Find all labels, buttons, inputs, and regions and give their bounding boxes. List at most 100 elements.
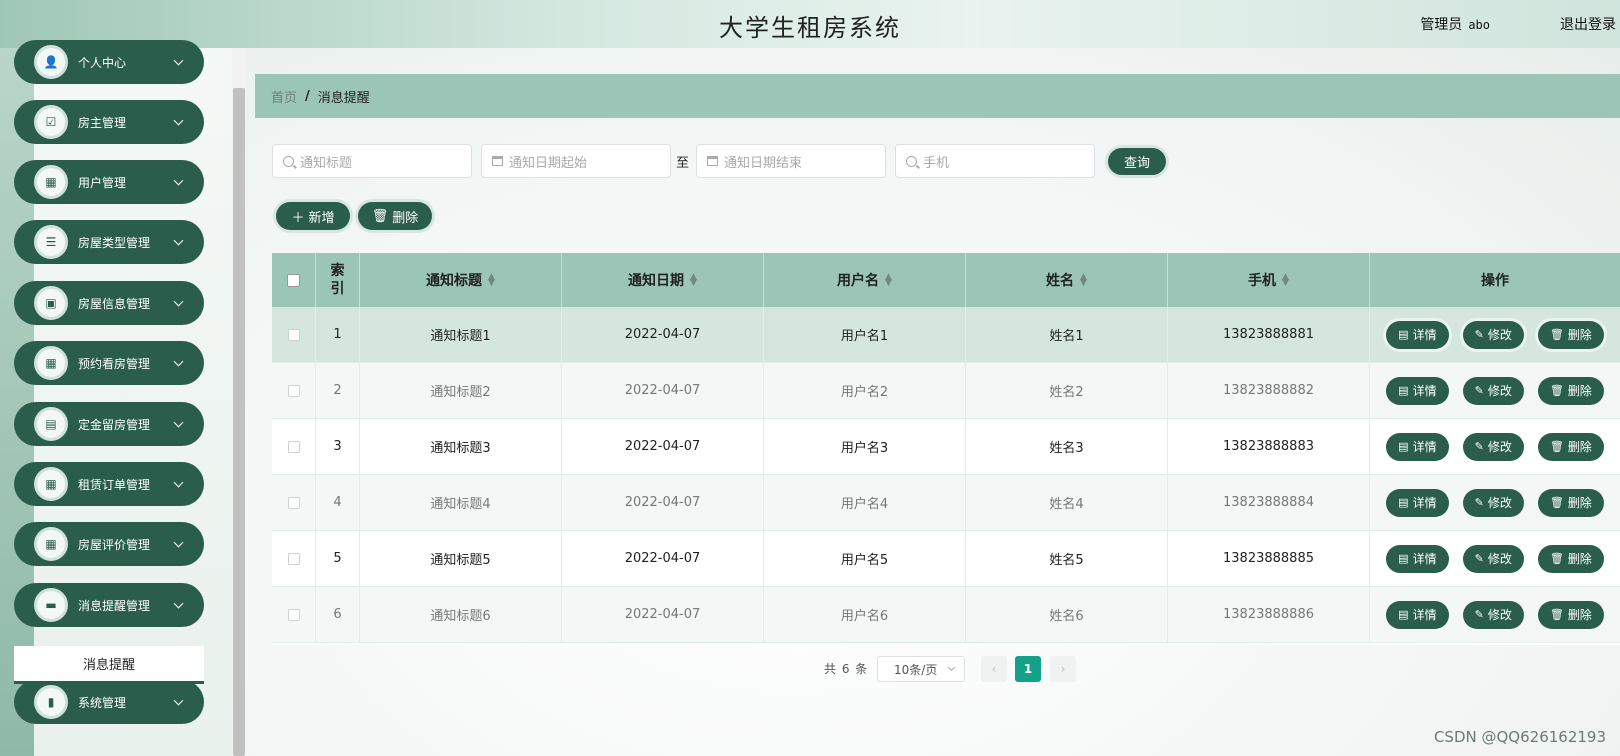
select-all-checkbox[interactable] [287, 273, 300, 287]
column-header-phone[interactable]: 手机 ▲ ▼ [1168, 253, 1370, 307]
query-button[interactable]: 查询 [1108, 148, 1166, 175]
page-size-value: 10条/页 [894, 662, 938, 677]
cell-name: 姓名5 [966, 531, 1168, 586]
cell-username: 用户名6 [764, 587, 966, 642]
batch-delete-button-label: 删除 [392, 210, 419, 226]
grid-icon: ▦ [34, 346, 68, 380]
edit-icon: ✎ [1474, 496, 1484, 509]
next-page-button[interactable]: › [1050, 656, 1076, 682]
edit-button-label: 修改 [1487, 440, 1512, 454]
table-row[interactable]: 2 通知标题2 2022-04-07 用户名2 姓名2 13823888882 ▤ 详情 ✎ 修改… [272, 363, 1620, 419]
column-header-name[interactable]: 姓名 ▲ ▼ [966, 253, 1168, 307]
detail-button[interactable]: ▤ 详情 [1386, 600, 1449, 629]
delete-button[interactable]: 🗑 删除 [1537, 544, 1604, 573]
detail-button[interactable]: ▤ 详情 [1386, 376, 1449, 405]
row-checkbox[interactable] [287, 440, 300, 453]
edit-button-label: 修改 [1487, 384, 1512, 398]
sort-icon[interactable]: ▲ ▼ [488, 272, 495, 287]
row-checkbox[interactable] [287, 608, 300, 621]
edit-icon: ✎ [1474, 552, 1484, 565]
sidebar-item-2[interactable]: ▦ 用户管理 [14, 160, 204, 204]
sidebar-scrollbar-thumb[interactable] [233, 88, 245, 756]
add-button[interactable]: ＋新增 [276, 202, 350, 230]
cell-phone: 13823888884 [1168, 475, 1370, 530]
trash-icon: 🗑 [1549, 496, 1564, 509]
top-header: 大学生租房系统 管理员 abo 退出登录 [0, 0, 1620, 48]
sidebar-item-label: 用户管理 [78, 175, 127, 190]
title-search-placeholder: 通知标题 [300, 155, 353, 171]
column-header-index[interactable]: 索 引 [316, 253, 360, 307]
cell-phone: 13823888886 [1168, 587, 1370, 642]
chevron-down-icon [173, 537, 184, 547]
cell-phone: 13823888883 [1168, 419, 1370, 474]
column-header-date[interactable]: 通知日期 ▲ ▼ [562, 253, 764, 307]
watermark: CSDN @QQ626162193 [1433, 728, 1606, 746]
sidebar-item-7[interactable]: ▦ 租赁订单管理 [14, 462, 204, 506]
row-checkbox[interactable] [287, 496, 300, 509]
phone-search-placeholder: 手机 [923, 155, 950, 171]
edit-button[interactable]: ✎ 修改 [1462, 488, 1524, 517]
logout-link[interactable]: 退出登录 [1560, 14, 1616, 34]
title-search-input[interactable]: 通知标题 [272, 144, 472, 178]
sidebar-item-label: 预约看房管理 [78, 356, 151, 371]
cell-title: 通知标题3 [360, 419, 562, 474]
edit-button[interactable]: ✎ 修改 [1462, 320, 1524, 349]
sidebar-item-8[interactable]: ▦ 房屋评价管理 [14, 522, 204, 566]
delete-button[interactable]: 🗑 删除 [1537, 320, 1604, 349]
phone-search-input[interactable]: 手机 [895, 144, 1095, 178]
row-checkbox[interactable] [287, 328, 300, 341]
sort-icon[interactable]: ▲ ▼ [1282, 272, 1289, 287]
row-checkbox[interactable] [287, 384, 300, 397]
batch-delete-button[interactable]: 🗑 删除 [358, 202, 432, 230]
page-size-select[interactable]: 10条/页 [877, 656, 965, 682]
page-number-current[interactable]: 1 [1015, 656, 1041, 682]
breadcrumb-home[interactable]: 首页 [271, 87, 297, 106]
cell-phone: 13823888881 [1168, 307, 1370, 362]
sidebar-item-9[interactable]: ▬ 消息提醒管理 [14, 583, 204, 627]
detail-button[interactable]: ▤ 详情 [1386, 432, 1449, 461]
sidebar-item-10[interactable]: ▮ 系统管理 [14, 680, 204, 724]
column-header-phone-label: 手机 [1248, 273, 1277, 289]
date-end-input[interactable]: 通知日期结束 [696, 144, 886, 178]
sort-icon[interactable]: ▲ ▼ [1080, 272, 1087, 287]
sidebar-item-4[interactable]: ▣ 房屋信息管理 [14, 281, 204, 325]
table-row[interactable]: 6 通知标题6 2022-04-07 用户名6 姓名6 13823888886 ▤ 详情 ✎ 修改… [272, 587, 1620, 643]
edit-button[interactable]: ✎ 修改 [1462, 544, 1524, 573]
submenu-item-message-reminder[interactable]: 消息提醒 [14, 646, 204, 684]
prev-page-button[interactable]: ‹ [981, 656, 1007, 682]
edit-icon: ✎ [1474, 384, 1484, 397]
row-select-cell [272, 307, 316, 362]
detail-button[interactable]: ▤ 详情 [1386, 488, 1449, 517]
trash-icon: 🗑 [1549, 384, 1564, 397]
edit-button[interactable]: ✎ 修改 [1462, 376, 1524, 405]
chevron-down-icon [173, 598, 184, 608]
sidebar-item-0[interactable]: 👤 个人中心 [14, 40, 204, 84]
edit-button[interactable]: ✎ 修改 [1462, 432, 1524, 461]
sort-icon[interactable]: ▲ ▼ [690, 272, 697, 287]
row-checkbox[interactable] [287, 552, 300, 565]
sort-icon[interactable]: ▲ ▼ [885, 272, 892, 287]
cell-title: 通知标题2 [360, 363, 562, 418]
column-header-actions-label: 操作 [1481, 273, 1509, 289]
edit-icon: ✎ [1474, 440, 1484, 453]
delete-button[interactable]: 🗑 删除 [1537, 432, 1604, 461]
sidebar-item-3[interactable]: ☰ 房屋类型管理 [14, 220, 204, 264]
sidebar-item-1[interactable]: ☑ 房主管理 [14, 100, 204, 144]
table-row[interactable]: 4 通知标题4 2022-04-07 用户名4 姓名4 13823888884 ▤ 详情 ✎ 修改… [272, 475, 1620, 531]
table-row[interactable]: 5 通知标题5 2022-04-07 用户名5 姓名5 13823888885 ▤ 详情 ✎ 修改… [272, 531, 1620, 587]
sidebar-item-6[interactable]: ▤ 定金留房管理 [14, 402, 204, 446]
delete-button[interactable]: 🗑 删除 [1537, 600, 1604, 629]
detail-button[interactable]: ▤ 详情 [1386, 320, 1449, 349]
date-start-input[interactable]: 通知日期起始 [481, 144, 671, 178]
delete-button[interactable]: 🗑 删除 [1537, 376, 1604, 405]
delete-button[interactable]: 🗑 删除 [1537, 488, 1604, 517]
sidebar-item-5[interactable]: ▦ 预约看房管理 [14, 341, 204, 385]
table-row[interactable]: 1 通知标题1 2022-04-07 用户名1 姓名1 13823888881 ▤ 详情 ✎ 修改… [272, 307, 1620, 363]
trash-icon: 🗑 [371, 208, 389, 224]
cell-title: 通知标题5 [360, 531, 562, 586]
column-header-title[interactable]: 通知标题 ▲ ▼ [360, 253, 562, 307]
column-header-username[interactable]: 用户名 ▲ ▼ [764, 253, 966, 307]
table-row[interactable]: 3 通知标题3 2022-04-07 用户名3 姓名3 13823888883 ▤ 详情 ✎ 修改… [272, 419, 1620, 475]
detail-button[interactable]: ▤ 详情 [1386, 544, 1449, 573]
edit-button[interactable]: ✎ 修改 [1462, 600, 1524, 629]
